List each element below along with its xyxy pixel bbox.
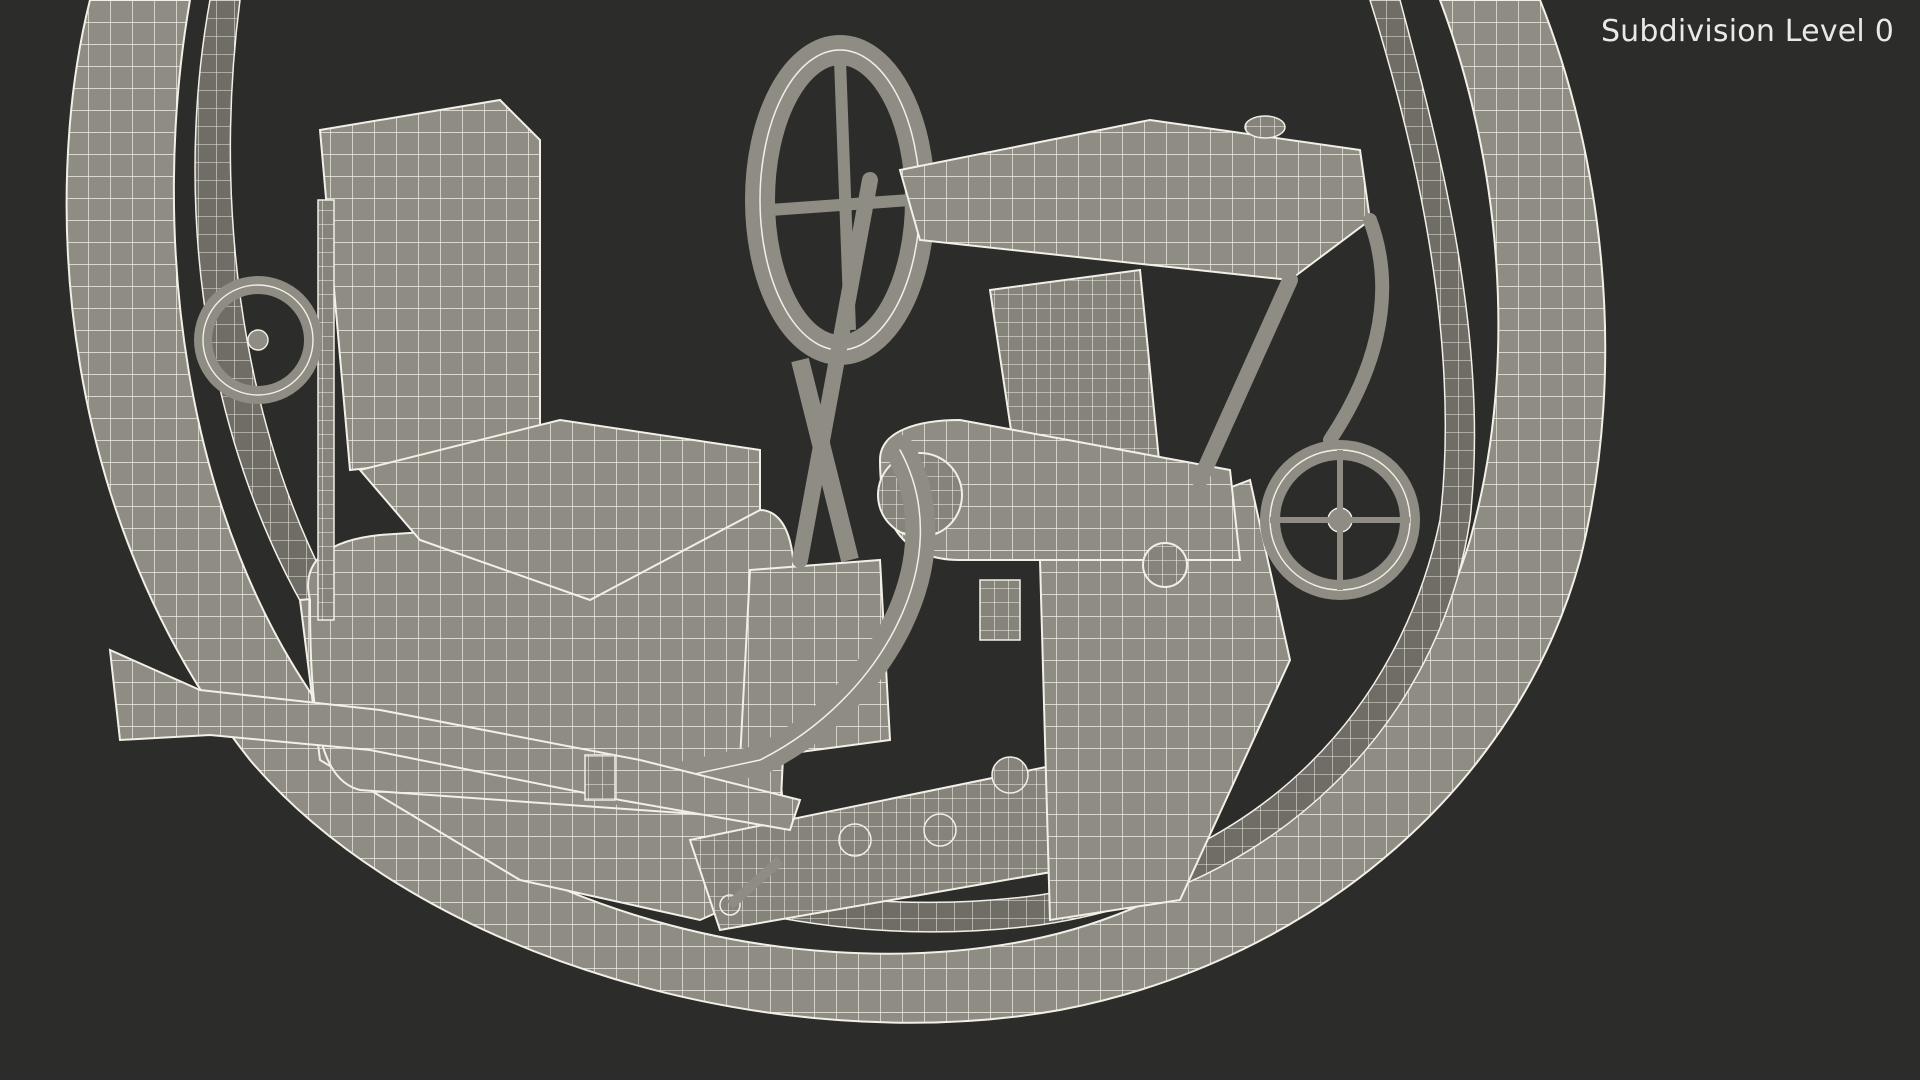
- subdivision-level-label: Subdivision Level 0: [1600, 14, 1894, 49]
- monowheel-wireframe-render: [65, 0, 1607, 1024]
- 3d-viewport[interactable]: Subdivision Level 0: [0, 0, 1920, 1080]
- side-wheel-right: [1260, 440, 1420, 600]
- engine-hood: [898, 115, 1372, 282]
